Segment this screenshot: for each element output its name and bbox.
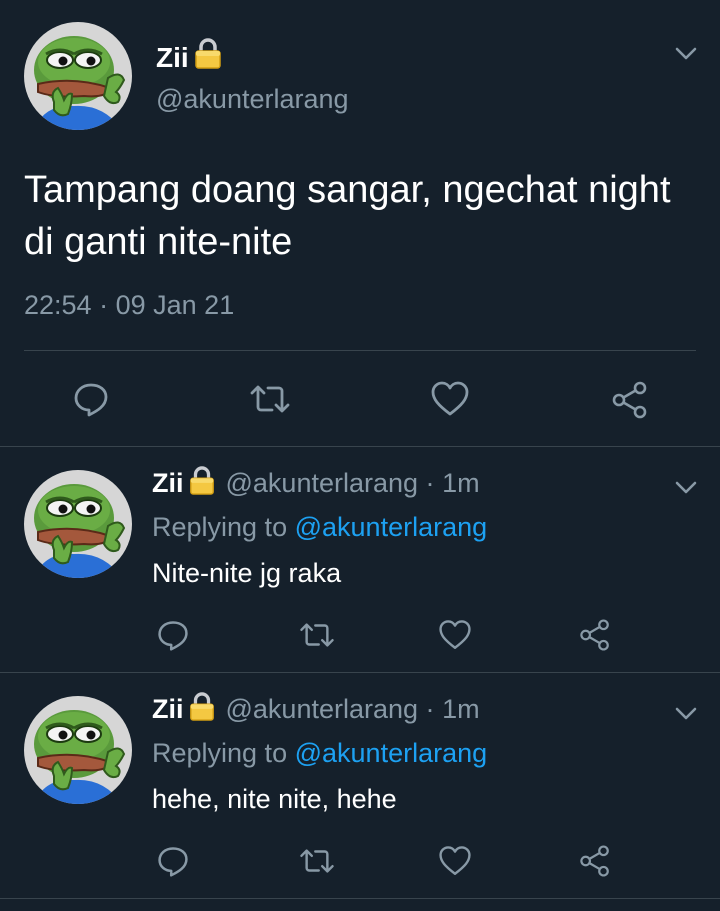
tweet-text: hehe, nite nite, hehe [152, 784, 397, 814]
share-button[interactable] [610, 380, 650, 420]
reply-tweet[interactable]: Zii @akunterlarang · 1m Replying to @aku… [0, 672, 720, 898]
like-button[interactable] [438, 844, 472, 878]
author-handle[interactable]: @akunterlarang · 1m [226, 694, 480, 725]
share-button[interactable] [578, 618, 612, 652]
retweet-arrows-icon [300, 623, 334, 647]
retweet-button[interactable] [248, 380, 292, 418]
avatar[interactable] [24, 22, 132, 130]
chevron-down-icon[interactable] [672, 474, 700, 502]
reply-header: Zii @akunterlarang · 1m [152, 692, 480, 727]
like-button[interactable] [438, 618, 472, 652]
meta-separator: · [99, 290, 109, 320]
retweet-arrows-icon [250, 385, 290, 413]
share-nodes-icon [580, 619, 609, 651]
heart-icon [439, 620, 471, 649]
chevron-down-icon[interactable] [672, 700, 700, 728]
tweet-timestamp[interactable]: 22:54 · 09 Jan 21 [24, 290, 234, 321]
divider [0, 898, 720, 899]
tweet-thread: Zii @akunterlarang Tampang doang sangar,… [0, 0, 720, 911]
lock-icon [193, 38, 223, 77]
main-tweet[interactable]: Zii @akunterlarang Tampang doang sangar,… [0, 0, 720, 446]
meta-separator: · [425, 694, 435, 724]
author-name[interactable]: Zii [152, 694, 184, 725]
share-nodes-icon [612, 381, 647, 419]
tweet-time: 22:54 [24, 290, 92, 320]
author-name[interactable]: Zii [156, 42, 189, 74]
retweet-button[interactable] [298, 618, 336, 652]
replying-prefix: Replying to [152, 512, 288, 542]
tweet-age: 1m [442, 694, 480, 724]
retweet-button[interactable] [298, 844, 336, 878]
replying-to: Replying to @akunterlarang [152, 512, 487, 543]
heart-icon [439, 846, 471, 875]
speech-bubble-icon [158, 847, 188, 877]
divider [24, 350, 696, 351]
handle-text: @akunterlarang [225, 694, 419, 724]
reply-tweet[interactable]: Zii @akunterlarang · 1m Replying to @aku… [0, 446, 720, 672]
replying-to: Replying to @akunterlarang [152, 738, 487, 769]
retweet-arrows-icon [300, 849, 334, 873]
meta-separator: · [425, 468, 435, 498]
reply-button[interactable] [156, 618, 190, 652]
author-name[interactable]: Zii [152, 468, 184, 499]
share-button[interactable] [578, 844, 612, 878]
avatar[interactable] [24, 696, 132, 804]
tweet-age: 1m [442, 468, 480, 498]
mention-link[interactable]: @akunterlarang [295, 738, 488, 768]
reply-header: Zii @akunterlarang · 1m [152, 466, 480, 501]
tweet-text: Nite-nite jg raka [152, 558, 342, 588]
tweet-text: Tampang doang sangar, ngechat night di g… [24, 169, 671, 263]
author-handle[interactable]: @akunterlarang · 1m [226, 468, 480, 499]
heart-icon [431, 381, 469, 416]
replying-prefix: Replying to [152, 738, 288, 768]
author-handle[interactable]: @akunterlarang [156, 84, 349, 115]
reply-button[interactable] [156, 844, 190, 878]
chevron-down-icon[interactable] [672, 40, 700, 68]
author-name-row[interactable]: Zii [156, 38, 223, 77]
lock-icon [188, 692, 216, 727]
speech-bubble-icon [74, 383, 108, 417]
handle-text: @akunterlarang [225, 468, 419, 498]
like-button[interactable] [430, 380, 470, 418]
share-nodes-icon [580, 845, 609, 877]
mention-link[interactable]: @akunterlarang [295, 512, 488, 542]
speech-bubble-icon [158, 621, 188, 651]
tweet-date: 09 Jan 21 [115, 290, 235, 320]
lock-icon [188, 466, 216, 501]
avatar[interactable] [24, 470, 132, 578]
